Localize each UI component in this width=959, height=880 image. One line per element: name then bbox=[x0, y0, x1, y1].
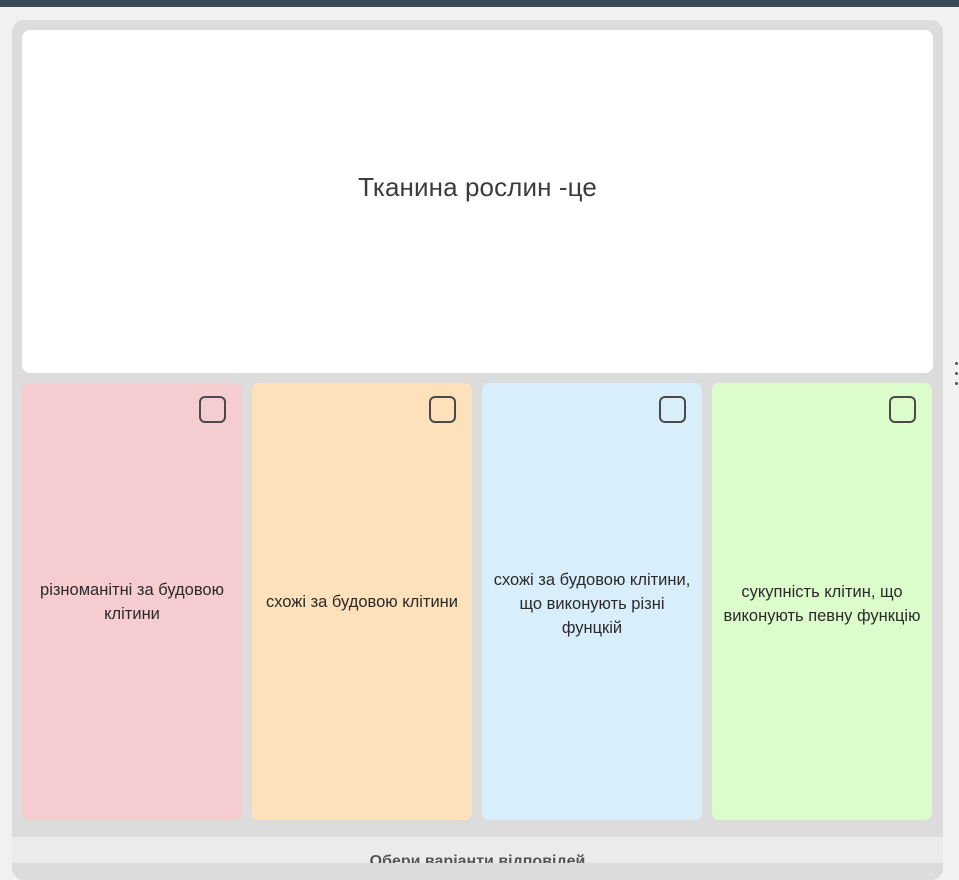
checkbox-icon[interactable] bbox=[889, 396, 916, 423]
checkbox-icon[interactable] bbox=[429, 396, 456, 423]
answer-option-1[interactable]: різноманітні за будовою клітини bbox=[22, 383, 242, 820]
dot bbox=[955, 382, 958, 385]
checkbox-icon[interactable] bbox=[659, 396, 686, 423]
answer-option-label: сукупність клітин, що виконують певну фу… bbox=[723, 582, 921, 625]
answer-option-label: схожі за будовою клітини, що виконують р… bbox=[493, 570, 691, 637]
footer-bar: Обери варіанти відповідей bbox=[12, 837, 943, 863]
answer-option-label: схожі за будовою клітини bbox=[265, 592, 459, 611]
answer-option-3[interactable]: схожі за будовою клітини, що виконують р… bbox=[482, 383, 702, 820]
answer-option-label: різноманітні за будовою клітини bbox=[40, 580, 224, 623]
question-card: Тканина рослин -це bbox=[22, 30, 933, 373]
dot bbox=[955, 372, 958, 375]
footer-instruction: Обери варіанти відповідей bbox=[369, 853, 586, 863]
more-options-icon[interactable] bbox=[955, 362, 959, 402]
answer-option-2[interactable]: схожі за будовою клітини bbox=[252, 383, 472, 820]
answer-option-4[interactable]: сукупність клітин, що виконують певну фу… bbox=[712, 383, 932, 820]
answer-options: різноманітні за будовою клітини схожі за… bbox=[22, 383, 933, 820]
question-text: Тканина рослин -це bbox=[358, 172, 597, 202]
checkbox-icon[interactable] bbox=[199, 396, 226, 423]
top-bar bbox=[0, 0, 959, 7]
dot bbox=[955, 362, 958, 365]
